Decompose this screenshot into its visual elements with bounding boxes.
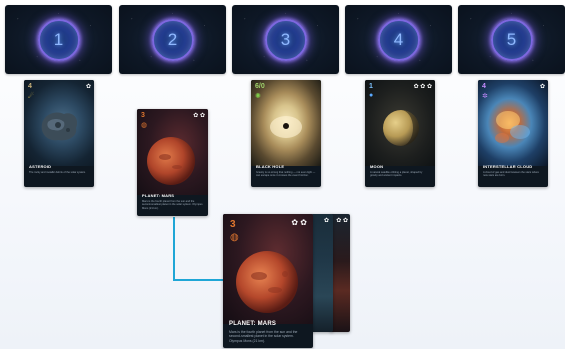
slot-orb: 5	[490, 18, 533, 61]
card-title: ASTEROID	[29, 164, 52, 169]
card-title: BLACK HOLE	[256, 164, 285, 169]
comet-icon: ☄	[28, 93, 35, 100]
mars-art	[137, 109, 208, 195]
card-title: INTERSTELLAR CLOUD	[483, 164, 533, 169]
slot-number: 1	[53, 29, 64, 49]
card-rarity-stars: ✿	[85, 84, 91, 90]
card-cost: 6/0	[255, 83, 265, 90]
card-description: Gravity is so strong that nothing — not …	[256, 171, 316, 178]
black-hole-icon	[270, 116, 302, 138]
card-stack-1[interactable]: ✿	[311, 214, 333, 332]
card-rarity-stars: ✿	[323, 218, 329, 224]
card-moon[interactable]: 1 ✿ ✿ ✿ ● MOON A natural satellite orbit…	[365, 80, 435, 187]
mars-large-planet-icon	[236, 251, 298, 313]
asteroid-rock-icon	[41, 112, 78, 141]
cloud-type-icon: ✲	[482, 93, 488, 100]
card-cost: 4	[28, 83, 32, 90]
card-rarity-stars: ✿ ✿	[291, 218, 307, 227]
card-cost: 3	[141, 112, 145, 119]
moon-type-icon: ●	[369, 92, 374, 99]
card-title: PLANET: MARS	[142, 193, 175, 198]
card-rarity-stars: ✿ ✿ ✿	[413, 84, 432, 90]
moon-icon	[383, 110, 419, 146]
card-description: Mars is the fourth planet from the sun a…	[142, 200, 203, 210]
slot-5[interactable]: 5	[458, 5, 565, 74]
slot-number: 5	[506, 29, 517, 49]
card-rarity-stars: ✿	[539, 84, 545, 90]
slot-2[interactable]: 2	[119, 5, 226, 74]
mars-planet-icon	[147, 137, 195, 185]
card-rarity-stars: ✿ ✿	[193, 113, 205, 119]
moon-art	[365, 80, 435, 166]
slot-orb: 1	[37, 18, 80, 61]
slot-orb: 3	[264, 18, 307, 61]
slot-number: 2	[167, 29, 178, 49]
mars-large-art	[223, 214, 313, 324]
planet-icon: ◍	[230, 232, 239, 243]
slot-3[interactable]: 3	[232, 5, 339, 74]
card-black-hole[interactable]: 6/0 ✺ BLACK HOLE Gravity is so strong th…	[251, 80, 321, 187]
card-planet-mars[interactable]: 3 ✿ ✿ ◍ PLANET: MARS Mars is the fourth …	[137, 109, 208, 216]
card-description: Mars is the fourth planet from the sun a…	[229, 330, 298, 343]
card-planet-mars-large[interactable]: 3 ✿ ✿ ◍ PLANET: MARS Mars is the fourth …	[223, 214, 313, 348]
card-interstellar-cloud[interactable]: 4 ✿ ✲ INTERSTELLAR CLOUD A cloud of gas …	[478, 80, 548, 187]
planet-icon: ◍	[141, 122, 148, 129]
interstellar-cloud-art	[478, 80, 548, 166]
slot-orb: 4	[377, 18, 420, 61]
nebula-icon	[495, 111, 530, 143]
black-hole-art	[251, 80, 321, 166]
vortex-icon: ✺	[255, 93, 261, 100]
card-cost: 1	[369, 83, 373, 90]
card-stack-2[interactable]: ✿ ✿	[330, 214, 350, 332]
card-title: MOON	[370, 164, 384, 169]
slot-number: 4	[393, 29, 404, 49]
connector-line-vertical	[173, 217, 175, 280]
card-asteroid[interactable]: 4 ✿ ☄ ASTEROID The rocky and metallic de…	[24, 80, 94, 187]
slot-4[interactable]: 4	[345, 5, 452, 74]
slot-number: 3	[280, 29, 291, 49]
card-rarity-stars: ✿ ✿	[336, 218, 348, 224]
card-description: A natural satellite orbiting a planet, s…	[370, 171, 423, 178]
asteroid-art	[24, 80, 94, 166]
slot-orb: 2	[151, 18, 194, 61]
card-cost: 4	[482, 83, 486, 90]
card-description: The rocky and metallic debris of the sol…	[29, 171, 86, 174]
card-cost: 3	[230, 219, 236, 230]
card-description: A cloud of gas and dust between the star…	[483, 171, 539, 178]
card-title: PLANET: MARS	[229, 321, 277, 327]
slot-1[interactable]: 1	[5, 5, 112, 74]
